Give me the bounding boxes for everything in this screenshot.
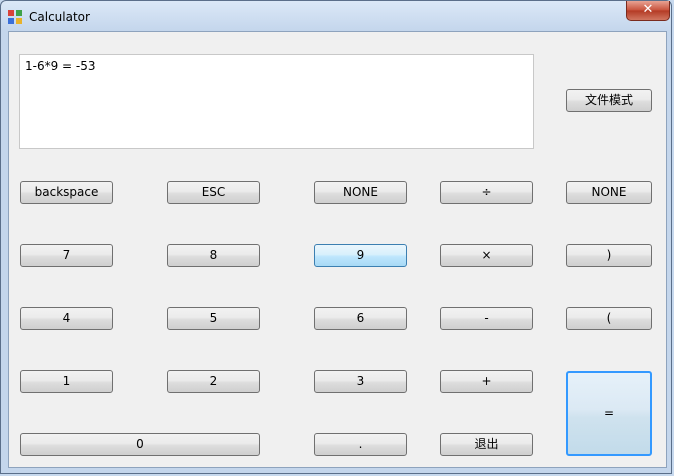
digit-9-button[interactable]: 9 (314, 244, 407, 267)
digit-7-button[interactable]: 7 (20, 244, 113, 267)
left-paren-button[interactable]: ( (566, 307, 652, 330)
result-display[interactable]: 1-6*9 = -53 (19, 54, 534, 149)
multiply-button[interactable]: × (440, 244, 533, 267)
digit-6-button[interactable]: 6 (314, 307, 407, 330)
digit-3-button[interactable]: 3 (314, 370, 407, 393)
esc-button[interactable]: ESC (167, 181, 260, 204)
calculator-window: Calculator ✕ 1-6*9 = -53 文件模式 backspace … (0, 0, 672, 474)
minus-button[interactable]: - (440, 307, 533, 330)
equals-button[interactable]: = (566, 371, 652, 456)
title-bar: Calculator ✕ (1, 1, 673, 31)
digit-8-button[interactable]: 8 (167, 244, 260, 267)
none-button-1[interactable]: NONE (314, 181, 407, 204)
backspace-button[interactable]: backspace (20, 181, 113, 204)
file-mode-button[interactable]: 文件模式 (566, 89, 652, 112)
close-button[interactable]: ✕ (626, 1, 670, 21)
expression-text: 1-6*9 = -53 (25, 59, 96, 73)
close-icon: ✕ (642, 2, 654, 17)
digit-2-button[interactable]: 2 (167, 370, 260, 393)
client-area: 1-6*9 = -53 文件模式 backspace ESC NONE ÷ NO… (8, 31, 667, 468)
divide-button[interactable]: ÷ (440, 181, 533, 204)
none-button-2[interactable]: NONE (566, 181, 652, 204)
decimal-point-button[interactable]: . (314, 433, 407, 456)
digit-0-button[interactable]: 0 (20, 433, 260, 456)
app-icon (8, 10, 22, 24)
window-title: Calculator (29, 10, 90, 24)
right-paren-button[interactable]: ) (566, 244, 652, 267)
plus-button[interactable]: + (440, 370, 533, 393)
exit-button[interactable]: 退出 (440, 433, 533, 456)
digit-1-button[interactable]: 1 (20, 370, 113, 393)
digit-5-button[interactable]: 5 (167, 307, 260, 330)
digit-4-button[interactable]: 4 (20, 307, 113, 330)
